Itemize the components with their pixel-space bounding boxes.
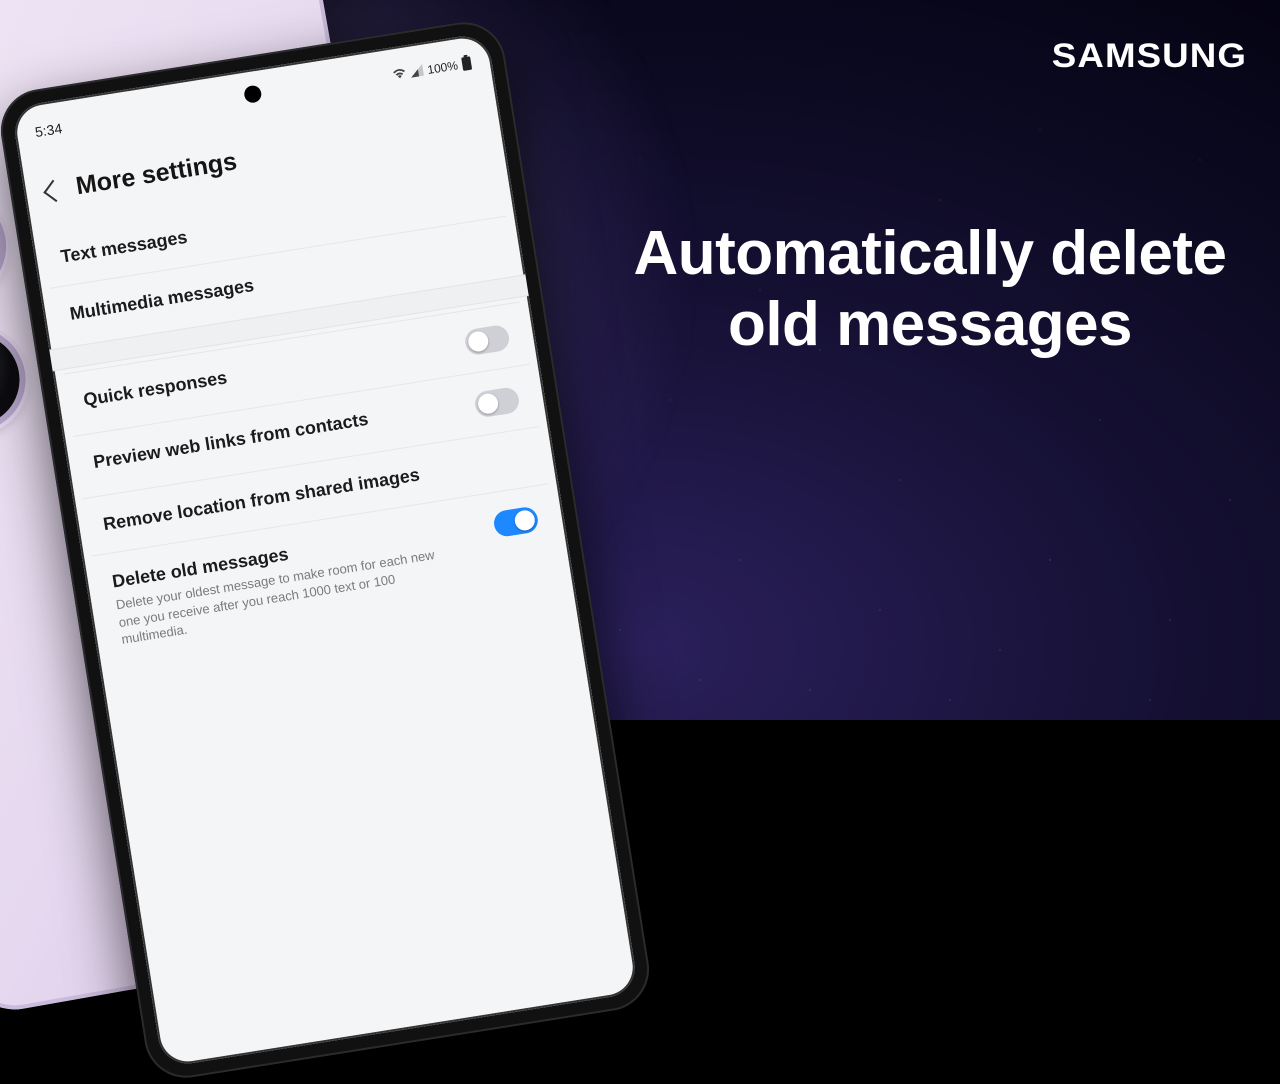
headline-text: Automatically delete old messages xyxy=(625,218,1235,361)
camera-lens xyxy=(0,326,27,433)
battery-icon xyxy=(460,54,473,74)
toggle-switch[interactable] xyxy=(463,324,511,357)
setting-label: Text messages xyxy=(59,226,189,268)
wifi-icon xyxy=(392,66,408,83)
battery-percent: 100% xyxy=(426,58,459,77)
samsung-logo: SAMSUNG xyxy=(1052,37,1247,76)
setting-label: Quick responses xyxy=(82,366,229,411)
page-title: More settings xyxy=(74,147,239,201)
camera-lens xyxy=(0,192,7,301)
back-icon[interactable] xyxy=(43,179,65,201)
status-time: 5:34 xyxy=(34,120,63,140)
toggle-switch[interactable] xyxy=(473,386,521,419)
signal-icon xyxy=(410,63,425,80)
toggle-switch[interactable] xyxy=(492,505,540,538)
setting-label: Multimedia messages xyxy=(68,274,255,325)
settings-list: Text messages Multimedia messages Quick … xyxy=(31,158,576,670)
